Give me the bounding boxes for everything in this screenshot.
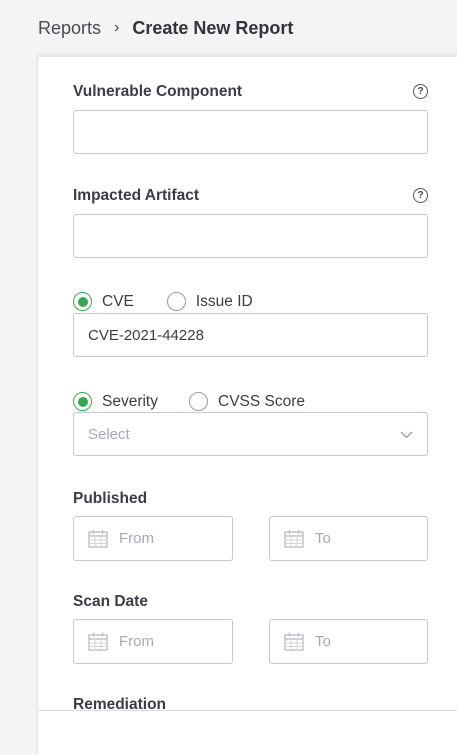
panel-bottom-divider — [38, 710, 457, 711]
score-type-radio-group: Severity CVSS Score — [73, 392, 305, 411]
chevron-down-icon — [400, 431, 413, 439]
breadcrumb-reports-link[interactable]: Reports — [38, 18, 101, 39]
published-label: Published — [73, 490, 148, 507]
calendar-icon — [88, 633, 108, 651]
radio-option-cve[interactable]: CVE — [73, 292, 134, 311]
vulnerable-component-input[interactable] — [73, 110, 428, 154]
calendar-icon — [88, 530, 108, 548]
published-from-input[interactable]: From — [73, 516, 233, 561]
question-circle-icon[interactable]: ? — [413, 84, 428, 99]
published-to-input[interactable]: To — [269, 516, 428, 561]
panel-divider — [38, 55, 457, 57]
id-type-radio-group: CVE Issue ID — [73, 292, 253, 311]
question-circle-icon[interactable]: ? — [413, 188, 428, 203]
radio-option-issue-id[interactable]: Issue ID — [166, 292, 253, 311]
scan-date-to-input[interactable]: To — [269, 619, 428, 664]
published-from-placeholder: From — [119, 530, 154, 547]
radio-label-severity: Severity — [102, 392, 158, 410]
radio-label-issue-id: Issue ID — [195, 292, 253, 310]
calendar-icon — [284, 633, 304, 651]
scan-date-to-placeholder: To — [315, 633, 331, 650]
breadcrumb: Reports › Create New Report — [38, 16, 293, 40]
severity-select-placeholder: Select — [88, 425, 130, 443]
radio-label-cvss-score: CVSS Score — [218, 392, 306, 410]
radio-button-severity[interactable] — [73, 392, 92, 411]
scan-date-label: Scan Date — [73, 593, 148, 610]
remediation-label: Remediation — [73, 696, 167, 713]
radio-label-cve: CVE — [102, 292, 134, 310]
radio-button-issue-id[interactable] — [166, 292, 186, 311]
radio-option-cvss-score[interactable]: CVSS Score — [189, 392, 305, 411]
impacted-artifact-input[interactable] — [73, 214, 428, 258]
scan-date-from-input[interactable]: From — [73, 619, 233, 664]
scan-date-from-placeholder: From — [119, 633, 154, 650]
impacted-artifact-label: Impacted Artifact — [73, 187, 200, 204]
cve-input[interactable] — [73, 313, 428, 357]
radio-button-cve[interactable] — [73, 292, 92, 311]
severity-select[interactable]: Select — [73, 412, 428, 456]
published-to-placeholder: To — [315, 530, 331, 547]
radio-option-severity[interactable]: Severity — [73, 392, 158, 411]
vulnerable-component-label: Vulnerable Component — [73, 83, 243, 100]
page-title: Create New Report — [132, 17, 294, 38]
calendar-icon — [284, 530, 304, 548]
radio-button-cvss-score[interactable] — [189, 392, 208, 411]
chevron-right-icon: › — [114, 19, 120, 36]
